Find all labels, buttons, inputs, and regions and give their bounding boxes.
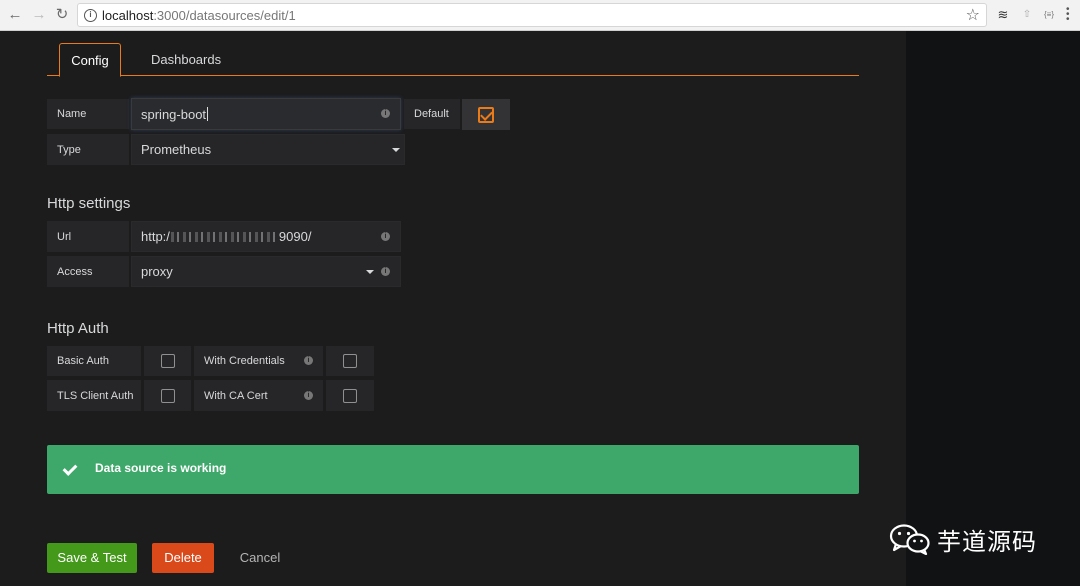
tls-client-auth-checkbox[interactable] [144, 380, 191, 411]
info-icon[interactable]: i [381, 266, 390, 276]
tab-config[interactable]: Config [59, 43, 121, 77]
watermark: 芋道源码 [889, 519, 1049, 559]
extension-icon[interactable]: ≋ [995, 8, 1011, 22]
checkbox-icon [343, 354, 357, 368]
tab-bar: Config Dashboards [47, 43, 859, 77]
name-value: spring-boot [141, 106, 207, 122]
with-ca-cert-label: With CA Cert i [194, 380, 323, 411]
access-select[interactable]: proxy i [131, 256, 401, 287]
page-content: Config Dashboards Name spring-boot i Def… [0, 31, 1080, 586]
extension-icon[interactable]: ⇧ [1019, 8, 1035, 22]
delete-button[interactable]: Delete [152, 543, 214, 573]
url-host: localhost [102, 8, 154, 23]
forward-icon[interactable]: → [29, 5, 49, 25]
chevron-down-icon [366, 269, 374, 274]
tab-dashboards[interactable]: Dashboards [139, 43, 233, 76]
url-path: :3000/datasources/edit/1 [153, 8, 296, 23]
save-test-button[interactable]: Save & Test [47, 543, 137, 573]
back-icon[interactable]: ← [5, 5, 25, 25]
with-ca-cert-text: With CA Cert [204, 389, 268, 402]
url-prefix: http:/ [141, 229, 170, 244]
basic-auth-checkbox[interactable] [144, 346, 191, 376]
with-ca-cert-checkbox[interactable] [326, 380, 374, 411]
reload-icon[interactable]: ↻ [52, 5, 72, 25]
access-value: proxy [141, 264, 173, 279]
type-label: Type [47, 134, 129, 165]
info-icon[interactable]: i [381, 231, 390, 241]
basic-auth-label: Basic Auth [47, 346, 141, 376]
default-checkbox[interactable] [462, 99, 510, 130]
tls-client-auth-label: TLS Client Auth [47, 380, 141, 411]
checkbox-icon [343, 388, 357, 403]
browser-toolbar: ← → ↻ i localhost:3000/datasources/edit/… [0, 0, 1080, 31]
chevron-down-icon [392, 147, 400, 152]
url-label: Url [47, 221, 129, 252]
name-label: Name [47, 99, 129, 129]
page-sidebar-dark [906, 31, 1080, 586]
url-suffix: 9090/ [278, 229, 312, 244]
checkmark-icon [62, 461, 78, 476]
type-value: Prometheus [141, 142, 212, 157]
extension-icon[interactable]: {≡} [1041, 8, 1057, 22]
with-credentials-label: With Credentials i [194, 346, 323, 376]
wechat-icon [889, 524, 930, 555]
checkbox-icon [160, 388, 175, 403]
url-input[interactable]: http:/ 9090/ i [131, 221, 401, 252]
name-input[interactable]: spring-boot i [131, 98, 401, 130]
text-cursor [207, 107, 209, 121]
type-select[interactable]: Prometheus [131, 134, 405, 165]
checkbox-checked-icon [478, 106, 494, 123]
info-icon[interactable]: i [381, 109, 390, 118]
info-icon[interactable]: i [304, 356, 313, 365]
default-label: Default [404, 99, 460, 129]
checkbox-icon [160, 354, 175, 368]
info-icon[interactable]: i [304, 390, 313, 400]
http-settings-title: Http settings [47, 195, 131, 212]
http-auth-title: Http Auth [47, 320, 109, 337]
bookmark-star-icon[interactable]: ☆ [966, 5, 980, 25]
url-text: localhost:3000/datasources/edit/1 [102, 8, 296, 23]
watermark-text: 芋道源码 [937, 528, 1037, 556]
with-credentials-text: With Credentials [204, 355, 285, 367]
status-alert: Data source is working [47, 445, 859, 494]
info-icon[interactable]: i [84, 9, 97, 22]
with-credentials-checkbox[interactable] [326, 346, 374, 376]
menu-icon[interactable]: • • • [1066, 5, 1070, 25]
status-message: Data source is working [95, 461, 227, 475]
access-label: Access [47, 256, 129, 287]
redacted-ip [170, 231, 278, 242]
cancel-button[interactable]: Cancel [230, 543, 290, 573]
address-bar[interactable]: i localhost:3000/datasources/edit/1 ☆ [77, 3, 987, 27]
